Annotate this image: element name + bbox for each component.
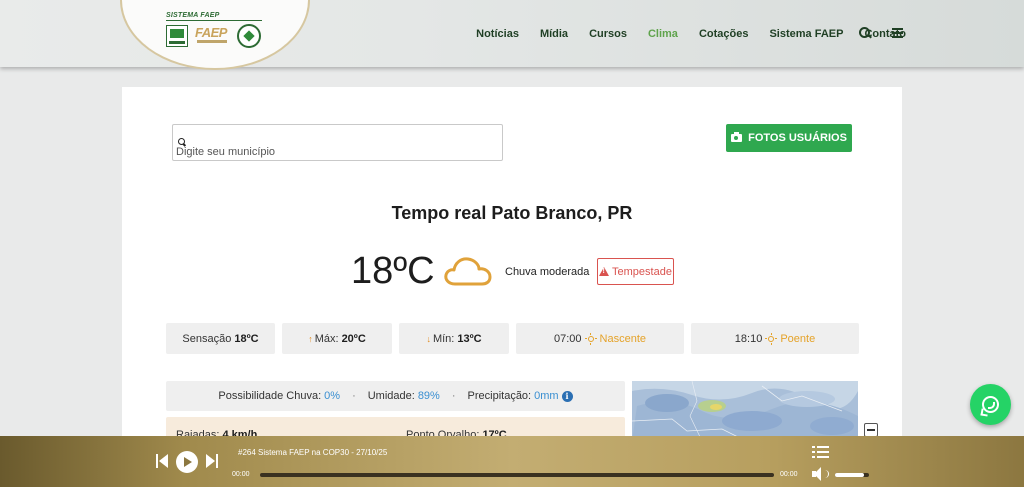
sunset-time: 18:10	[734, 332, 763, 345]
arrow-down-icon: ↓	[426, 333, 431, 344]
rain-chance-label: Possibilidade Chuva:	[218, 390, 322, 402]
volume-level	[835, 473, 864, 477]
sistema-faep-logo[interactable]: SISTEMA FAEP FAEP	[160, 12, 270, 52]
rain-chance-value: 0%	[324, 390, 341, 402]
site-header: SISTEMA FAEP FAEP Notícias Mídia Cursos …	[0, 0, 1024, 70]
sunrise-icon	[584, 332, 597, 345]
playlist-icon[interactable]	[812, 445, 829, 459]
current-time: 00:00	[232, 471, 250, 478]
warning-icon	[599, 267, 610, 276]
volume-slider[interactable]	[835, 473, 869, 477]
camera-icon	[731, 132, 743, 142]
whatsapp-button[interactable]	[970, 384, 1011, 425]
logo-divider	[166, 20, 262, 21]
humidity-label: Umidade:	[367, 390, 415, 402]
weather-card: FOTOS USUÁRIOS Tempo real Pato Branco, P…	[122, 87, 902, 487]
main-nav: Notícias Mídia Cursos Clima Cotações Sis…	[455, 0, 906, 67]
search-icon[interactable]	[858, 26, 872, 40]
seal-logo-icon	[237, 24, 261, 48]
sunrise-stat: 07:00 Nascente	[516, 323, 684, 354]
play-button[interactable]	[176, 451, 198, 473]
map-collapse-button[interactable]	[864, 423, 878, 437]
separator: ·	[352, 390, 356, 402]
track-title: #264 Sistema FAEP na COP30 - 27/10/25	[238, 448, 388, 457]
user-photos-button[interactable]: FOTOS USUÁRIOS	[726, 124, 852, 152]
min-temp-stat: ↓ Mín: 13ºC	[399, 323, 509, 354]
logo-caption: SISTEMA FAEP	[166, 12, 220, 19]
volume-wave-icon	[824, 470, 829, 478]
separator: ·	[451, 390, 456, 402]
next-track-button[interactable]	[206, 454, 218, 468]
feels-like-stat: Sensação 18ºC	[166, 323, 275, 354]
nav-item-cursos[interactable]: Cursos	[589, 28, 627, 40]
sunrise-time: 07:00	[553, 332, 582, 345]
progress-slider[interactable]	[260, 473, 774, 477]
min-temp-label: Mín:	[432, 332, 455, 345]
arrow-up-icon: ↑	[308, 333, 313, 344]
page-title: Tempo real Pato Branco, PR	[391, 203, 633, 223]
audio-player: #264 Sistema FAEP na COP30 - 27/10/25 00…	[0, 436, 1024, 487]
radar-map[interactable]	[632, 381, 858, 441]
min-temp-value: 13ºC	[457, 332, 482, 345]
max-temp-label: Máx:	[314, 332, 339, 345]
humidity-value: 89%	[417, 390, 440, 402]
hamburger-menu-icon[interactable]	[892, 28, 903, 38]
condition-text: Chuva moderada	[505, 266, 590, 278]
info-icon[interactable]: i	[561, 390, 573, 402]
current-temperature: 18ºC	[351, 250, 435, 292]
feels-like-label: Sensação	[182, 332, 232, 345]
rain-details-bar: Possibilidade Chuva: 0% · Umidade: 89% ·…	[166, 381, 625, 411]
max-temp-value: 20ºC	[341, 332, 366, 345]
cloud-icon	[444, 257, 492, 286]
sunset-label: Poente	[780, 332, 816, 345]
sunset-stat: 18:10 Poente	[691, 323, 859, 354]
senar-logo-icon	[166, 25, 188, 47]
user-photos-label: FOTOS USUÁRIOS	[748, 132, 847, 144]
faep-logo: FAEP	[195, 25, 231, 47]
radar-map-image	[632, 381, 858, 441]
sunset-icon	[765, 332, 778, 345]
previous-track-button[interactable]	[156, 454, 168, 468]
weather-alert-badge[interactable]: Tempestade	[597, 258, 674, 285]
nav-item-cotacoes[interactable]: Cotações	[699, 28, 749, 40]
nav-item-clima[interactable]: Clima	[648, 28, 678, 40]
precipitation-value: 0mm	[534, 390, 559, 402]
nav-item-sistema-faep[interactable]: Sistema FAEP	[769, 28, 843, 40]
sunrise-label: Nascente	[599, 332, 646, 345]
whatsapp-icon	[982, 396, 999, 413]
alert-label: Tempestade	[612, 265, 672, 278]
nav-item-noticias[interactable]: Notícias	[476, 28, 519, 40]
feels-like-value: 18ºC	[234, 332, 259, 345]
nav-item-midia[interactable]: Mídia	[540, 28, 568, 40]
municipality-search-input[interactable]	[176, 145, 496, 159]
total-time: 00:00	[780, 471, 798, 478]
max-temp-stat: ↑ Máx: 20ºC	[282, 323, 392, 354]
municipality-search[interactable]	[172, 124, 503, 161]
precipitation-label: Precipitação:	[467, 390, 532, 402]
